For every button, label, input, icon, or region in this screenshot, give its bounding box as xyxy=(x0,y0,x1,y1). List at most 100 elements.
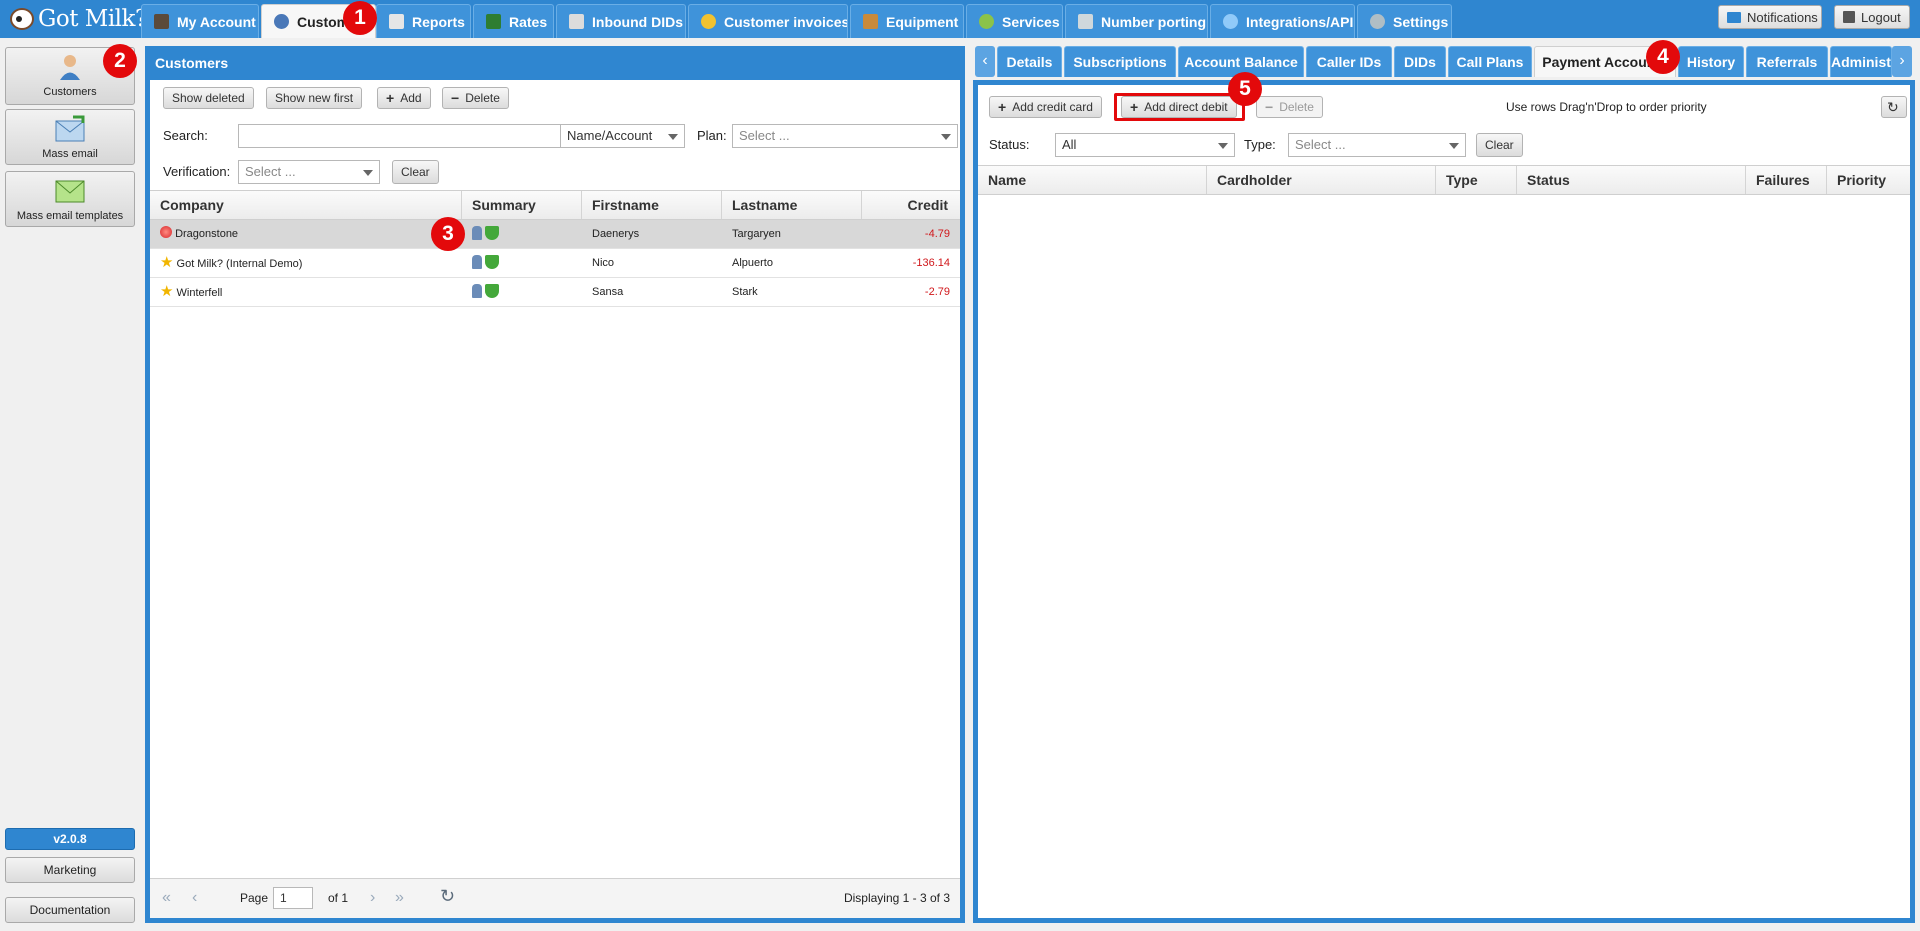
first-page-icon[interactable]: « xyxy=(162,889,171,907)
sidebar-item-mass-email[interactable]: Mass email xyxy=(5,109,135,165)
column-failures[interactable]: Failures xyxy=(1746,166,1827,194)
list-icon xyxy=(569,14,584,29)
verification-label: Verification: xyxy=(163,164,231,179)
refresh-icon xyxy=(979,14,994,29)
customers-table-header: Company Summary Firstname Lastname Credi… xyxy=(150,190,960,220)
table-row[interactable]: Dragonstone Daenerys Targaryen -4.79 xyxy=(150,220,960,249)
summary-icons xyxy=(462,278,582,306)
logout-button[interactable]: Logout xyxy=(1834,5,1910,29)
refresh-icon[interactable]: ↻ xyxy=(440,886,455,907)
column-status[interactable]: Status xyxy=(1517,166,1746,194)
documentation-button[interactable]: Documentation xyxy=(5,897,135,923)
show-deleted-button[interactable]: Show deleted xyxy=(163,87,254,109)
drag-drop-hint: Use rows Drag'n'Drop to order priority xyxy=(1506,100,1707,114)
customers-panel-title: Customers xyxy=(145,46,965,80)
last-page-icon[interactable]: » xyxy=(395,889,404,907)
delete-payment-button[interactable]: − Delete xyxy=(1256,96,1323,118)
tab-equipment[interactable]: Equipment xyxy=(850,4,964,38)
tab-number-porting[interactable]: Number porting xyxy=(1065,4,1208,38)
lastname-cell: Targaryen xyxy=(732,228,781,240)
status-select[interactable]: All xyxy=(1055,133,1235,157)
prev-page-icon[interactable]: ‹ xyxy=(192,889,197,907)
marketing-button[interactable]: Marketing xyxy=(5,857,135,883)
add-customer-button[interactable]: + Add xyxy=(377,87,431,109)
chevron-down-icon xyxy=(941,134,951,140)
lastname-cell: Stark xyxy=(732,286,758,298)
tab-my-account[interactable]: My Account xyxy=(141,4,259,38)
tab-dids[interactable]: DIDs xyxy=(1394,46,1446,77)
tab-caller-ids[interactable]: Caller IDs xyxy=(1306,46,1392,77)
column-summary[interactable]: Summary xyxy=(462,191,582,219)
minus-icon: − xyxy=(1265,99,1274,115)
tab-referrals[interactable]: Referrals xyxy=(1746,46,1828,77)
callout-marker-3: 3 xyxy=(431,217,465,251)
search-input[interactable] xyxy=(238,124,561,148)
tab-rates[interactable]: Rates xyxy=(473,4,554,38)
next-page-icon[interactable]: › xyxy=(370,889,375,907)
search-mode-select[interactable]: Name/Account xyxy=(560,124,685,148)
summary-icons xyxy=(462,220,582,248)
column-company[interactable]: Company xyxy=(150,191,462,219)
show-new-first-button[interactable]: Show new first xyxy=(266,87,363,109)
table-row[interactable]: ★ Winterfell Sansa Stark -2.79 xyxy=(150,278,960,307)
envelope-icon xyxy=(1727,11,1741,23)
plan-select[interactable]: Select ... xyxy=(732,124,958,148)
settings-icon xyxy=(1370,14,1385,29)
plus-icon: + xyxy=(386,90,395,106)
tab-inbound-dids[interactable]: Inbound DIDs xyxy=(556,4,686,38)
tab-administration[interactable]: Administration xyxy=(1830,46,1892,77)
summary-icons xyxy=(462,249,582,277)
credit-cell: -2.79 xyxy=(924,286,950,298)
column-lastname[interactable]: Lastname xyxy=(722,191,862,219)
column-cardholder[interactable]: Cardholder xyxy=(1207,166,1436,194)
tab-reports[interactable]: Reports xyxy=(376,4,471,38)
tabs-scroll-right-icon[interactable]: › xyxy=(1892,46,1912,77)
column-priority[interactable]: Priority xyxy=(1827,166,1910,194)
clear-payment-filters-button[interactable]: Clear xyxy=(1476,133,1523,157)
refresh-icon: ↻ xyxy=(1887,98,1899,115)
clear-filters-button[interactable]: Clear xyxy=(392,160,439,184)
firstname-cell: Sansa xyxy=(592,286,624,298)
star-icon: ★ xyxy=(160,254,174,271)
minus-icon: − xyxy=(451,90,460,106)
payment-accounts-panel: + Add credit card + Add direct debit − D… xyxy=(973,80,1915,923)
column-name[interactable]: Name xyxy=(978,166,1207,194)
tab-call-plans[interactable]: Call Plans xyxy=(1448,46,1532,77)
tab-history[interactable]: History xyxy=(1678,46,1744,77)
user-icon xyxy=(274,14,289,29)
refresh-button[interactable]: ↻ xyxy=(1881,96,1907,118)
sidebar-item-mass-email-templates[interactable]: Mass email templates xyxy=(5,171,135,227)
status-label: Status: xyxy=(989,137,1030,152)
tab-details[interactable]: Details xyxy=(997,46,1062,77)
credit-cell: -136.14 xyxy=(912,257,950,269)
type-select[interactable]: Select ... xyxy=(1288,133,1466,157)
column-type[interactable]: Type xyxy=(1436,166,1517,194)
delete-customer-button[interactable]: − Delete xyxy=(442,87,509,109)
tab-customer-invoices[interactable]: Customer invoices xyxy=(688,4,848,38)
star-icon: ★ xyxy=(160,283,174,300)
add-credit-card-button[interactable]: + Add credit card xyxy=(989,96,1102,118)
verified-shield-icon xyxy=(485,284,500,298)
tab-settings[interactable]: Settings xyxy=(1357,4,1452,38)
verified-shield-icon xyxy=(485,226,500,240)
customer-icon xyxy=(60,55,80,80)
table-row[interactable]: ★ Got Milk? (Internal Demo) Nico Alpuert… xyxy=(150,249,960,278)
tabs-scroll-left-icon[interactable]: ‹ xyxy=(975,46,995,77)
displaying-count: Displaying 1 - 3 of 3 xyxy=(843,891,950,905)
page-number-input[interactable]: 1 xyxy=(273,887,313,909)
cow-logo-icon xyxy=(10,8,34,30)
column-credit[interactable]: Credit xyxy=(862,191,960,219)
tab-services[interactable]: Services xyxy=(966,4,1063,38)
column-firstname[interactable]: Firstname xyxy=(582,191,722,219)
tab-integrations-api[interactable]: Integrations/API xyxy=(1210,4,1355,38)
verified-shield-icon xyxy=(485,255,500,269)
tab-subscriptions[interactable]: Subscriptions xyxy=(1064,46,1176,77)
verification-select[interactable]: Select ... xyxy=(238,160,380,184)
notifications-button[interactable]: Notifications xyxy=(1718,5,1822,29)
status-red-dot-icon xyxy=(160,226,172,238)
logo-text: Got Milk? xyxy=(38,6,147,32)
app-logo[interactable]: Got Milk? xyxy=(10,3,147,35)
email-template-icon xyxy=(55,180,85,203)
box-icon xyxy=(863,14,878,29)
person-icon xyxy=(472,226,482,240)
